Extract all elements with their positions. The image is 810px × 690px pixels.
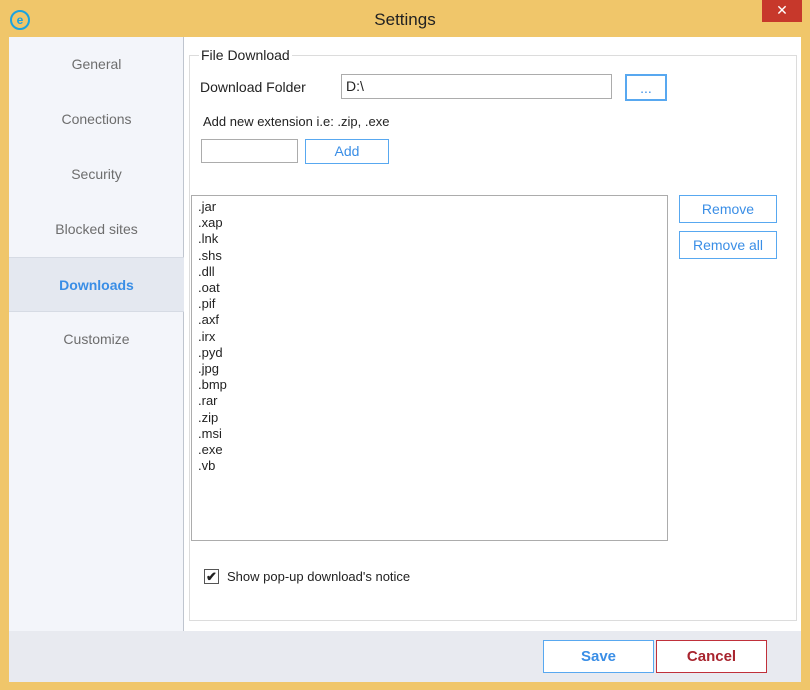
sidebar-item-blocked-sites[interactable]: Blocked sites bbox=[9, 202, 184, 257]
list-item[interactable]: .pif bbox=[198, 296, 661, 312]
list-item[interactable]: .dll bbox=[198, 264, 661, 280]
list-item[interactable]: .jpg bbox=[198, 361, 661, 377]
extension-list[interactable]: .jar .xap .lnk .shs .dll .oat .pif .axf .irx .pyd… bbox=[191, 195, 668, 541]
list-item[interactable]: .zip bbox=[198, 410, 661, 426]
sidebar: General Conections Security Blocked site… bbox=[9, 37, 184, 631]
close-icon: ✕ bbox=[776, 2, 788, 18]
list-item[interactable]: .jar bbox=[198, 199, 661, 215]
popup-notice-label: Show pop-up download's notice bbox=[227, 569, 411, 584]
remove-all-button[interactable]: Remove all bbox=[679, 231, 777, 259]
app-icon: e bbox=[10, 10, 30, 30]
settings-client: General Conections Security Blocked site… bbox=[9, 37, 801, 682]
sidebar-item-conections[interactable]: Conections bbox=[9, 92, 184, 147]
cancel-button[interactable]: Cancel bbox=[656, 640, 767, 673]
browse-button[interactable]: ... bbox=[625, 74, 667, 101]
list-item[interactable]: .shs bbox=[198, 248, 661, 264]
list-item[interactable]: .rar bbox=[198, 393, 661, 409]
close-button[interactable]: ✕ bbox=[762, 0, 802, 22]
window-title: Settings bbox=[374, 10, 436, 29]
list-item[interactable]: .irx bbox=[198, 329, 661, 345]
sidebar-item-general[interactable]: General bbox=[9, 37, 184, 92]
sidebar-item-customize[interactable]: Customize bbox=[9, 312, 184, 367]
remove-button[interactable]: Remove bbox=[679, 195, 777, 223]
footer-bar: Save Cancel bbox=[9, 631, 801, 682]
list-item[interactable]: .vb bbox=[198, 458, 661, 474]
extension-hint: Add new extension i.e: .zip, .exe bbox=[203, 114, 390, 129]
download-folder-label: Download Folder bbox=[200, 79, 306, 95]
extension-input[interactable] bbox=[201, 139, 298, 163]
save-button[interactable]: Save bbox=[543, 640, 654, 673]
list-item[interactable]: .msi bbox=[198, 426, 661, 442]
list-item[interactable]: .oat bbox=[198, 280, 661, 296]
popup-notice-checkbox[interactable]: ✔ bbox=[204, 569, 219, 584]
list-item[interactable]: .bmp bbox=[198, 377, 661, 393]
list-item[interactable]: .lnk bbox=[198, 231, 661, 247]
add-button[interactable]: Add bbox=[305, 139, 389, 164]
download-folder-input[interactable]: D:\ bbox=[341, 74, 612, 99]
group-label: File Download bbox=[199, 47, 292, 63]
list-item[interactable]: .xap bbox=[198, 215, 661, 231]
list-item[interactable]: .pyd bbox=[198, 345, 661, 361]
list-item[interactable]: .axf bbox=[198, 312, 661, 328]
sidebar-item-security[interactable]: Security bbox=[9, 147, 184, 202]
checkmark-icon: ✔ bbox=[206, 569, 217, 584]
list-item[interactable]: .exe bbox=[198, 442, 661, 458]
sidebar-item-downloads[interactable]: Downloads bbox=[9, 257, 184, 312]
